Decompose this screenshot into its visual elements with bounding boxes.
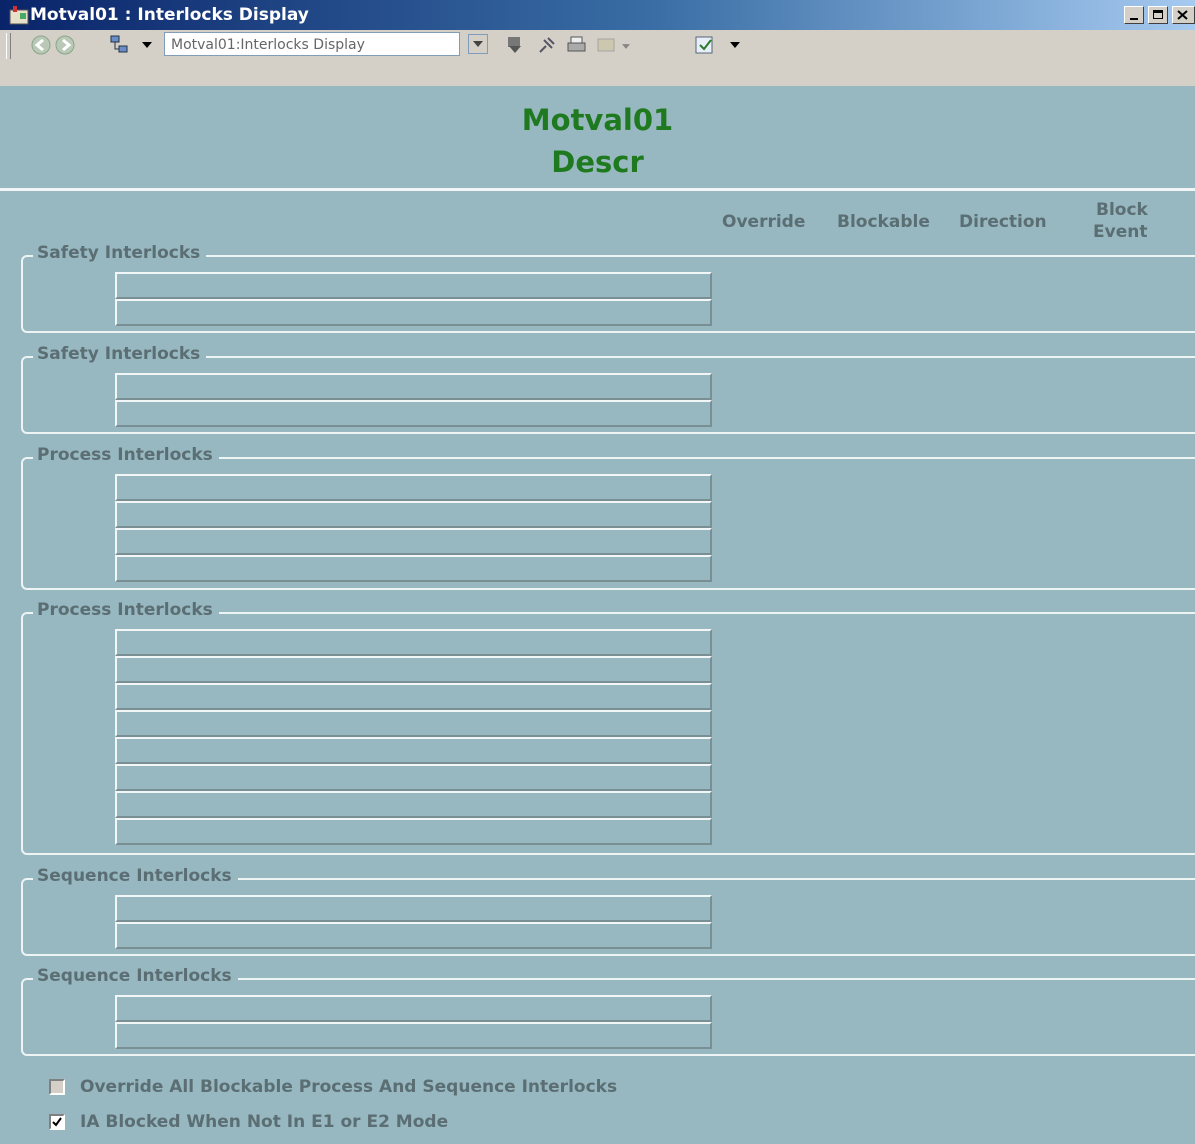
ia-blocked-label: IA Blocked When Not In E1 or E2 Mode [80, 1112, 449, 1132]
interlock-row[interactable] [115, 1022, 712, 1049]
interlock-row[interactable] [115, 373, 712, 400]
print-icon[interactable] [566, 34, 588, 56]
interlock-row[interactable] [115, 629, 712, 656]
app-icon [9, 6, 29, 25]
interlock-row[interactable] [115, 272, 712, 299]
interlock-row[interactable] [115, 555, 712, 582]
group-safety-interlocks-1: Safety Interlocks [21, 243, 1195, 333]
column-block-event-line1: Block [1096, 200, 1148, 220]
chevron-down-icon[interactable] [730, 42, 740, 48]
interlock-row[interactable] [115, 683, 712, 710]
title-bar: Motval01 : Interlocks Display [0, 0, 1195, 30]
window-title: Motval01 : Interlocks Display [30, 5, 309, 25]
group-process-interlocks-1: Process Interlocks [21, 445, 1195, 590]
override-all-checkbox[interactable] [49, 1079, 65, 1095]
switch-icon[interactable] [596, 34, 618, 56]
interlock-row[interactable] [115, 656, 712, 683]
chevron-down-icon[interactable] [622, 44, 630, 49]
interlock-row[interactable] [115, 474, 712, 501]
group-label: Sequence Interlocks [33, 966, 238, 986]
network-icon[interactable] [108, 34, 130, 56]
checkmark-icon [52, 1117, 62, 1127]
interlock-row[interactable] [115, 737, 712, 764]
interlock-row[interactable] [115, 501, 712, 528]
column-blockable: Blockable [837, 212, 930, 232]
forward-icon[interactable] [54, 34, 76, 56]
column-block-event-line2: Event [1093, 222, 1148, 242]
group-process-interlocks-2: Process Interlocks [21, 600, 1195, 855]
group-label: Safety Interlocks [33, 243, 207, 263]
interlock-row[interactable] [115, 791, 712, 818]
interlock-row[interactable] [115, 922, 712, 949]
download-icon[interactable] [504, 34, 526, 56]
group-sequence-interlocks-2: Sequence Interlocks [21, 966, 1195, 1056]
interlock-row[interactable] [115, 995, 712, 1022]
chevron-down-icon [473, 41, 483, 47]
toolbar-grip[interactable] [6, 33, 11, 59]
checkmark-icon[interactable] [694, 34, 716, 56]
interlock-row[interactable] [115, 764, 712, 791]
back-icon[interactable] [30, 34, 52, 56]
address-dropdown-button[interactable] [468, 34, 488, 54]
group-label: Process Interlocks [33, 445, 219, 465]
address-field[interactable]: Motval01:Interlocks Display [164, 32, 460, 56]
interlock-row[interactable] [115, 400, 712, 427]
interlock-row[interactable] [115, 895, 712, 922]
header-divider [0, 188, 1195, 191]
block-description: Descr [551, 145, 644, 179]
group-sequence-interlocks-1: Sequence Interlocks [21, 866, 1195, 956]
interlock-row[interactable] [115, 710, 712, 737]
close-icon [1177, 10, 1188, 20]
override-all-label: Override All Blockable Process And Seque… [80, 1077, 618, 1097]
interlock-row[interactable] [115, 528, 712, 555]
ia-blocked-checkbox[interactable] [49, 1114, 65, 1130]
interlock-row[interactable] [115, 818, 712, 845]
maximize-button[interactable] [1148, 6, 1168, 24]
block-name: Motval01 [521, 103, 674, 137]
pin-icon[interactable] [536, 34, 558, 56]
group-label: Process Interlocks [33, 600, 219, 620]
toolbar: Motval01:Interlocks Display [0, 30, 1195, 86]
minimize-button[interactable] [1124, 6, 1144, 24]
column-direction: Direction [959, 212, 1047, 232]
group-label: Safety Interlocks [33, 344, 207, 364]
group-safety-interlocks-2: Safety Interlocks [21, 344, 1195, 434]
group-label: Sequence Interlocks [33, 866, 238, 886]
close-button[interactable] [1172, 6, 1195, 24]
column-override: Override [722, 212, 806, 232]
interlock-row[interactable] [115, 299, 712, 326]
chevron-down-icon[interactable] [142, 42, 152, 48]
